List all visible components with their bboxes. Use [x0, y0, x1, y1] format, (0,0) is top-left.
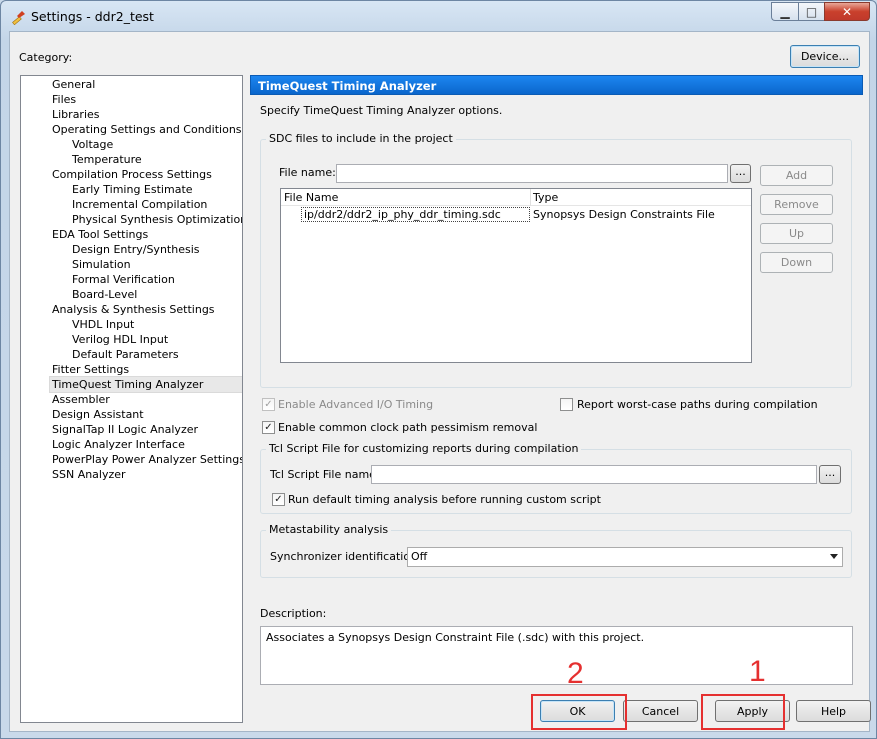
- run-default-label: Run default timing analysis before runni…: [288, 493, 601, 506]
- tree-item[interactable]: Fitter Settings: [50, 362, 131, 377]
- title-bar[interactable]: Settings - ddr2_test ▁ □ ✕: [1, 1, 876, 31]
- help-button[interactable]: Help: [796, 700, 871, 722]
- tree-item[interactable]: SignalTap II Logic Analyzer: [50, 422, 200, 437]
- sdc-file-table[interactable]: File Name Type ip/ddr2/ddr2_ip_phy_ddr_t…: [280, 188, 752, 363]
- tree-item[interactable]: Physical Synthesis Optimizations: [70, 212, 242, 227]
- dialog-client: Category: Device... General Files Librarie…: [9, 31, 871, 732]
- clock-pessimism-checkbox[interactable]: ✓: [262, 421, 275, 434]
- tree-item[interactable]: Simulation: [70, 257, 133, 272]
- annotation-box-apply: [701, 694, 785, 730]
- category-tree[interactable]: General Files Libraries Operating Settings …: [20, 75, 243, 723]
- tcl-file-input[interactable]: [371, 465, 817, 484]
- tree-item[interactable]: EDA Tool Settings: [50, 227, 150, 242]
- column-file-name[interactable]: File Name: [284, 191, 338, 204]
- advanced-io-label: Enable Advanced I/O Timing: [278, 398, 434, 411]
- row-file-cell: ip/ddr2/ddr2_ip_phy_ddr_timing.sdc: [301, 207, 530, 222]
- tree-item[interactable]: Incremental Compilation: [70, 197, 209, 212]
- table-header: File Name Type: [281, 189, 751, 206]
- tree-item[interactable]: Design Assistant: [50, 407, 146, 422]
- settings-app-icon: [12, 11, 25, 25]
- column-divider: [530, 189, 531, 206]
- tree-item[interactable]: TimeQuest Timing Analyzer: [49, 376, 242, 393]
- tcl-file-label: Tcl Script File name:: [270, 468, 380, 481]
- annotation-number-1: 1: [749, 655, 766, 688]
- tree-item[interactable]: Design Entry/Synthesis: [70, 242, 201, 257]
- tree-item[interactable]: Logic Analyzer Interface: [50, 437, 187, 452]
- window-controls: ▁ □ ✕: [771, 2, 870, 21]
- tree-item[interactable]: SSN Analyzer: [50, 467, 128, 482]
- device-button[interactable]: Device...: [790, 45, 860, 68]
- tree-item[interactable]: Files: [50, 92, 78, 107]
- description-text: Associates a Synopsys Design Constraint …: [266, 631, 645, 644]
- settings-panel: TimeQuest Timing Analyzer Specify TimeQu…: [250, 75, 871, 723]
- tree-item[interactable]: General: [50, 77, 97, 92]
- tree-item[interactable]: Verilog HDL Input: [70, 332, 170, 347]
- remove-button[interactable]: Remove: [760, 194, 833, 215]
- tree-item[interactable]: VHDL Input: [70, 317, 136, 332]
- add-button[interactable]: Add: [760, 165, 833, 186]
- window-title: Settings - ddr2_test: [31, 9, 154, 24]
- sdc-group-title: SDC files to include in the project: [266, 132, 456, 145]
- sdc-browse-button[interactable]: ...: [730, 164, 751, 183]
- close-icon[interactable]: ✕: [824, 2, 870, 21]
- tree-item[interactable]: Analysis & Synthesis Settings: [50, 302, 217, 317]
- tree-item[interactable]: Default Parameters: [70, 347, 181, 362]
- meta-group-title: Metastability analysis: [266, 523, 392, 536]
- tree-item[interactable]: PowerPlay Power Analyzer Settings: [50, 452, 242, 467]
- tree-item[interactable]: Operating Settings and Conditions: [50, 122, 242, 137]
- column-type[interactable]: Type: [533, 191, 558, 204]
- category-label: Category:: [19, 51, 73, 64]
- sync-select-value: Off: [411, 550, 428, 563]
- sync-select[interactable]: Off: [407, 547, 843, 567]
- tree-item[interactable]: Formal Verification: [70, 272, 177, 287]
- tcl-browse-button[interactable]: ...: [819, 465, 841, 484]
- advanced-io-checkbox[interactable]: ✓: [262, 398, 275, 411]
- sdc-file-name-label: File name:: [279, 166, 336, 179]
- tree-item[interactable]: Compilation Process Settings: [50, 167, 214, 182]
- clock-pessimism-label: Enable common clock path pessimism remov…: [278, 421, 538, 434]
- tree-item[interactable]: Early Timing Estimate: [70, 182, 195, 197]
- panel-intro: Specify TimeQuest Timing Analyzer option…: [260, 104, 503, 117]
- annotation-number-2: 2: [567, 657, 584, 690]
- table-row[interactable]: ip/ddr2/ddr2_ip_phy_ddr_timing.sdc Synop…: [281, 207, 751, 223]
- cancel-button[interactable]: Cancel: [623, 700, 698, 722]
- tree-item[interactable]: Board-Level: [70, 287, 139, 302]
- worst-case-checkbox[interactable]: [560, 398, 573, 411]
- run-default-checkbox[interactable]: ✓: [272, 493, 285, 506]
- sdc-file-name-input[interactable]: [336, 164, 728, 183]
- panel-header: TimeQuest Timing Analyzer: [250, 75, 863, 95]
- tree-item[interactable]: Temperature: [70, 152, 144, 167]
- settings-window: Settings - ddr2_test ▁ □ ✕ Category: Dev…: [0, 0, 877, 739]
- description-label: Description:: [260, 607, 327, 620]
- dropdown-arrow-icon: [830, 554, 838, 559]
- up-button[interactable]: Up: [760, 223, 833, 244]
- minimize-icon[interactable]: ▁: [771, 2, 798, 21]
- worst-case-label: Report worst-case paths during compilati…: [577, 398, 818, 411]
- row-type-cell: Synopsys Design Constraints File: [533, 208, 715, 221]
- tree-item[interactable]: Libraries: [50, 107, 102, 122]
- tree-item[interactable]: Assembler: [50, 392, 112, 407]
- down-button[interactable]: Down: [760, 252, 833, 273]
- tcl-group-title: Tcl Script File for customizing reports …: [266, 442, 582, 455]
- maximize-icon[interactable]: □: [798, 2, 824, 21]
- sync-label: Synchronizer identification:: [270, 550, 421, 563]
- tree-item[interactable]: Voltage: [70, 137, 115, 152]
- annotation-box-ok: [531, 694, 627, 730]
